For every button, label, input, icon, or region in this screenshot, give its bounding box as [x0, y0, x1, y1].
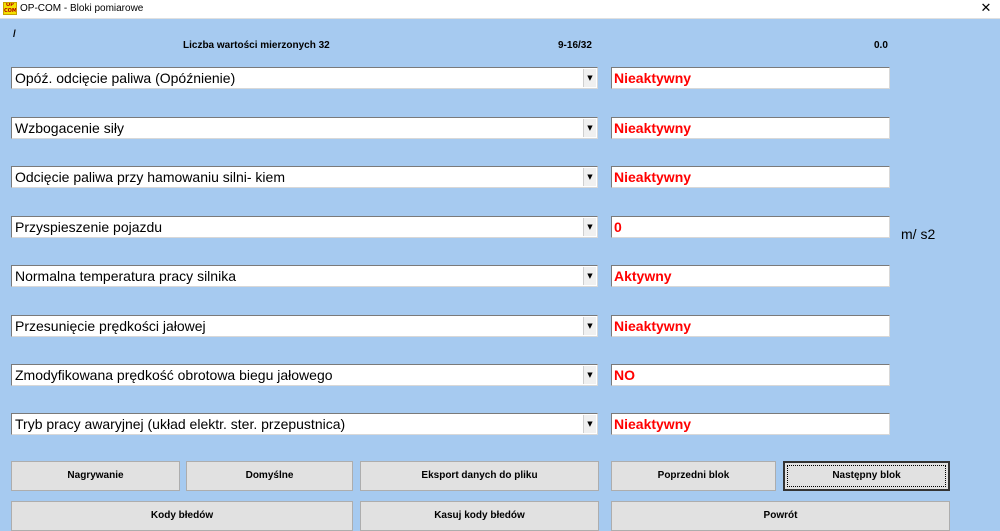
measurement-label: Tryb pracy awaryjnej (układ elektr. ster…: [15, 416, 346, 432]
value-count-label: Liczba wartości mierzonych 32: [183, 40, 330, 51]
block-range: 9-16/32: [558, 40, 592, 51]
fault-codes-button[interactable]: Kody błedów: [11, 501, 353, 531]
timer-value: 0.0: [874, 40, 888, 51]
measurement-value-1: Nieaktywny: [611, 67, 890, 89]
measurement-label: Odcięcie paliwa przy hamowaniu silni- ki…: [15, 169, 285, 185]
previous-block-button[interactable]: Poprzedni blok: [611, 461, 776, 491]
defaults-button[interactable]: Domyślne: [186, 461, 353, 491]
measurement-select-4[interactable]: Przyspieszenie pojazdu ▼: [11, 216, 598, 238]
measurement-value-5: Aktywny: [611, 265, 890, 287]
chevron-down-icon[interactable]: ▼: [583, 69, 596, 87]
measurement-value-4: 0: [611, 216, 890, 238]
chevron-down-icon[interactable]: ▼: [583, 119, 596, 137]
measurement-value-3: Nieaktywny: [611, 166, 890, 188]
back-button[interactable]: Powrót: [611, 501, 950, 531]
title-bar: OP COM OP-COM - Bloki pomiarowe ✕: [0, 0, 1000, 19]
path-indicator: /: [13, 29, 16, 40]
measurement-select-3[interactable]: Odcięcie paliwa przy hamowaniu silni- ki…: [11, 166, 598, 188]
export-button[interactable]: Eksport danych do pliku: [360, 461, 599, 491]
measurement-value-7: NO: [611, 364, 890, 386]
chevron-down-icon[interactable]: ▼: [583, 415, 596, 433]
measurement-label: Zmodyfikowana prędkość obrotowa biegu ja…: [15, 367, 333, 383]
record-button[interactable]: Nagrywanie: [11, 461, 180, 491]
chevron-down-icon[interactable]: ▼: [583, 366, 596, 384]
measurement-label: Wzbogacenie siły: [15, 120, 124, 136]
measurement-select-8[interactable]: Tryb pracy awaryjnej (układ elektr. ster…: [11, 413, 598, 435]
app-logo-icon: OP COM: [3, 2, 17, 15]
measurement-value-6: Nieaktywny: [611, 315, 890, 337]
chevron-down-icon[interactable]: ▼: [583, 267, 596, 285]
window-title: OP-COM - Bloki pomiarowe: [20, 3, 144, 14]
measurement-label: Przyspieszenie pojazdu: [15, 219, 163, 235]
measurement-select-2[interactable]: Wzbogacenie siły ▼: [11, 117, 598, 139]
measurement-value-8: Nieaktywny: [611, 413, 890, 435]
measurement-value-2: Nieaktywny: [611, 117, 890, 139]
chevron-down-icon[interactable]: ▼: [583, 218, 596, 236]
close-icon[interactable]: ✕: [972, 0, 1000, 18]
next-block-button[interactable]: Następny blok: [783, 461, 950, 491]
chevron-down-icon[interactable]: ▼: [583, 317, 596, 335]
measurement-label: Normalna temperatura pracy silnika: [15, 268, 236, 284]
chevron-down-icon[interactable]: ▼: [583, 168, 596, 186]
measurement-select-7[interactable]: Zmodyfikowana prędkość obrotowa biegu ja…: [11, 364, 598, 386]
clear-fault-codes-button[interactable]: Kasuj kody błedów: [360, 501, 599, 531]
measurement-label: Przesunięcie prędkości jałowej: [15, 318, 206, 334]
measurement-select-1[interactable]: Opóź. odcięcie paliwa (Opóźnienie) ▼: [11, 67, 598, 89]
measurement-select-5[interactable]: Normalna temperatura pracy silnika ▼: [11, 265, 598, 287]
measurement-unit-4: m/ s2: [901, 226, 936, 242]
measurement-label: Opóź. odcięcie paliwa (Opóźnienie): [15, 70, 236, 86]
measurement-select-6[interactable]: Przesunięcie prędkości jałowej ▼: [11, 315, 598, 337]
